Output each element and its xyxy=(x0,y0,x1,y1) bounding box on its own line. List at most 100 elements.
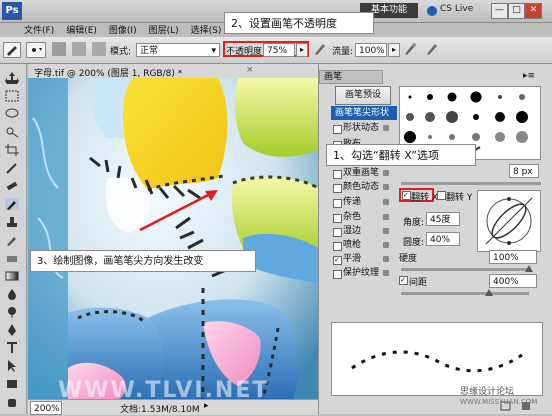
spacing-slider-thumb[interactable] xyxy=(485,289,493,296)
hardness-field[interactable]: 100% xyxy=(489,250,537,264)
item-noise[interactable]: 杂色 xyxy=(343,211,361,223)
hardness-value: 100% xyxy=(493,253,519,263)
shape-tool-icon[interactable] xyxy=(5,378,19,390)
cs-live-icon xyxy=(427,6,437,16)
spacing-checkbox[interactable]: ✓ xyxy=(399,276,408,285)
flip-y-checkbox[interactable] xyxy=(437,191,446,200)
hand-tool-icon[interactable] xyxy=(5,396,19,408)
healing-tool-icon[interactable] xyxy=(5,180,19,192)
quick-select-tool-icon[interactable] xyxy=(5,126,19,138)
menu-layer[interactable]: 图层(L) xyxy=(149,23,179,36)
clone-stamp-tool-icon[interactable] xyxy=(5,216,19,228)
marquee-tool-icon[interactable] xyxy=(5,90,19,102)
flip-x-label: 翻转 X xyxy=(411,193,439,203)
lock-icon[interactable] xyxy=(383,256,389,262)
pressure-opacity-icon[interactable] xyxy=(313,42,327,56)
flow-field[interactable]: 100% xyxy=(355,43,387,57)
item-shape-dynamics[interactable]: 形状动态 xyxy=(343,122,379,134)
move-tool-icon[interactable] xyxy=(5,72,19,84)
lock-icon[interactable] xyxy=(383,184,389,190)
pressure-size-icon[interactable] xyxy=(425,42,439,56)
clone-source-icon[interactable] xyxy=(72,42,86,56)
checkbox-wet-edges[interactable] xyxy=(333,228,342,237)
lock-icon[interactable] xyxy=(383,125,389,131)
airbrush-icon[interactable] xyxy=(403,42,417,56)
menu-select[interactable]: 选择(S) xyxy=(191,23,222,36)
watermark-left: WWW.TLVI.NET xyxy=(58,378,270,399)
flow-slider-arrow-icon[interactable]: ▸ xyxy=(388,43,400,57)
document-tab[interactable]: 字母.tif @ 200% (图层 1, RGB/8) * × xyxy=(28,64,318,79)
checkbox-transfer[interactable] xyxy=(333,199,342,208)
opacity-slider-arrow-icon[interactable]: ▸ xyxy=(296,43,308,57)
checkbox-noise[interactable] xyxy=(333,214,342,223)
opacity-label: 不透明度: xyxy=(226,47,266,57)
item-brush-tip-shape[interactable]: 画笔笔尖形状 xyxy=(335,107,389,119)
brush-tool-preset-icon[interactable] xyxy=(3,42,21,58)
pen-tool-icon[interactable] xyxy=(5,324,19,336)
lock-icon[interactable] xyxy=(383,199,389,205)
lasso-tool-icon[interactable] xyxy=(5,108,19,120)
item-airbrush[interactable]: 喷枪 xyxy=(343,239,361,251)
canvas[interactable]: WWW.TLVI.NET xyxy=(28,78,318,399)
brush-panel-toggle-icon[interactable] xyxy=(52,42,66,56)
close-button[interactable]: ✕ xyxy=(525,3,542,19)
maximize-button[interactable]: □ xyxy=(508,3,525,19)
angle-value: 45度 xyxy=(430,215,451,225)
toggle-panel-icon[interactable] xyxy=(92,42,106,56)
type-tool-icon[interactable] xyxy=(5,342,19,354)
close-tab-icon[interactable]: × xyxy=(246,65,254,75)
angle-field[interactable]: 45度 xyxy=(426,212,460,226)
minimize-button[interactable]: — xyxy=(491,3,508,19)
roundness-field[interactable]: 40% xyxy=(426,232,460,246)
lock-icon[interactable] xyxy=(383,242,389,248)
mode-select[interactable]: 正常 ▾ xyxy=(136,43,220,57)
watermark-right-url: WWW.MISSYUAN.COM xyxy=(460,398,538,406)
angle-roundness-preview[interactable] xyxy=(477,190,541,252)
cs-live-label[interactable]: CS Live xyxy=(440,4,473,14)
brush-tool-icon[interactable] xyxy=(5,198,19,210)
item-smoothing[interactable]: 平滑 xyxy=(343,253,361,265)
item-wet-edges[interactable]: 湿边 xyxy=(343,225,361,237)
checkbox-airbrush[interactable] xyxy=(333,242,342,251)
brush-picker-icon[interactable] xyxy=(26,42,46,58)
eraser-tool-icon[interactable] xyxy=(5,252,19,264)
lock-icon[interactable] xyxy=(383,214,389,220)
item-transfer[interactable]: 传递 xyxy=(343,196,361,208)
menu-edit[interactable]: 编辑(E) xyxy=(66,23,97,36)
hardness-slider[interactable] xyxy=(401,268,529,271)
lock-icon[interactable] xyxy=(383,270,389,276)
history-brush-tool-icon[interactable] xyxy=(5,234,19,246)
lock-icon[interactable] xyxy=(383,228,389,234)
menu-file[interactable]: 文件(F) xyxy=(24,23,54,36)
spacing-slider[interactable] xyxy=(401,292,529,295)
lock-icon[interactable] xyxy=(383,170,389,176)
menu-image[interactable]: 图像(I) xyxy=(109,23,137,36)
eyedropper-tool-icon[interactable] xyxy=(5,162,19,174)
checkbox-protect-texture[interactable] xyxy=(333,270,342,279)
item-dual-brush[interactable]: 双重画笔 xyxy=(343,167,379,179)
checkbox-smoothing[interactable]: ✓ xyxy=(333,256,342,265)
size-field[interactable]: 8 px xyxy=(509,164,539,178)
flip-x-checkbox[interactable]: ✓ xyxy=(402,191,411,200)
callout-step3: 3、绘制图像，画笔笔尖方向发生改变 xyxy=(30,250,256,272)
checkbox-shape-dynamics[interactable] xyxy=(333,125,342,134)
crop-tool-icon[interactable] xyxy=(5,144,19,156)
item-color-dynamics[interactable]: 颜色动态 xyxy=(343,181,379,193)
checkbox-color-dynamics[interactable] xyxy=(333,184,342,193)
checkbox-dual-brush[interactable] xyxy=(333,170,342,179)
path-select-tool-icon[interactable] xyxy=(5,360,19,372)
size-slider[interactable] xyxy=(401,182,541,185)
roundness-label: 圆度: xyxy=(403,238,425,248)
blur-tool-icon[interactable] xyxy=(5,288,19,300)
spacing-field[interactable]: 400% xyxy=(489,274,537,288)
gradient-tool-icon[interactable] xyxy=(5,270,19,282)
opacity-field[interactable]: 75% xyxy=(263,43,295,57)
brush-presets-button[interactable]: 画笔预设 xyxy=(335,86,391,105)
dodge-tool-icon[interactable] xyxy=(5,306,19,318)
panel-tab-brush[interactable]: 画笔 xyxy=(319,70,383,84)
zoom-field[interactable]: 200% xyxy=(30,401,62,415)
panel-menu-icon[interactable]: ▸≡ xyxy=(523,71,535,81)
hardness-slider-thumb[interactable] xyxy=(525,265,533,272)
item-protect-texture[interactable]: 保护纹理 xyxy=(343,267,379,279)
status-arrow-icon[interactable]: ▸ xyxy=(204,401,209,411)
